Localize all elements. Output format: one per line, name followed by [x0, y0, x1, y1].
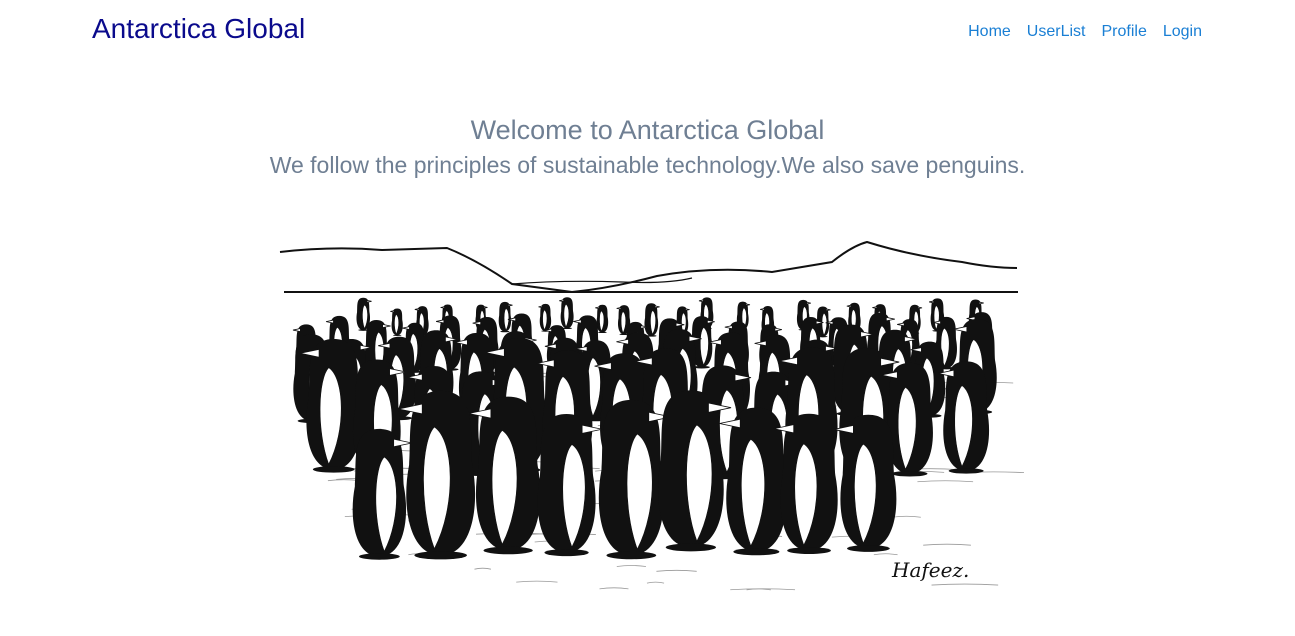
hero: Welcome to Antarctica Global We follow t…	[0, 112, 1295, 180]
mountain-line	[279, 240, 1018, 294]
hero-subtitle: We follow the principles of sustainable …	[269, 152, 1026, 178]
penguin-illustration: Hafeez.	[272, 232, 1024, 598]
nav-links: Home UserList Profile Login	[968, 22, 1202, 42]
penguin	[398, 390, 476, 560]
penguin	[938, 361, 990, 474]
hero-title: Welcome to Antarctica Global	[470, 115, 825, 145]
snow-stroke	[917, 480, 974, 483]
penguin	[559, 297, 574, 330]
mountain-line-back	[511, 277, 693, 285]
page: Antarctica Global Home UserList Profile …	[0, 0, 1295, 636]
nav-link-home[interactable]: Home	[968, 22, 1011, 42]
snow-stroke	[891, 515, 921, 518]
snow-stroke	[646, 581, 665, 584]
navbar: Antarctica Global Home UserList Profile …	[0, 0, 1295, 64]
snow-stroke	[474, 567, 492, 570]
penguin	[644, 303, 660, 337]
penguin	[537, 414, 603, 557]
penguin	[498, 301, 513, 333]
illustration-signature: Hafeez.	[891, 558, 969, 582]
snow-stroke	[746, 588, 771, 591]
snow-stroke	[656, 569, 697, 572]
nav-link-userlist[interactable]: UserList	[1027, 22, 1086, 42]
snow-stroke	[923, 543, 971, 546]
snow-stroke	[873, 553, 898, 556]
nav-link-profile[interactable]: Profile	[1101, 22, 1146, 42]
nav-link-login[interactable]: Login	[1163, 22, 1202, 42]
penguin-group	[292, 297, 997, 560]
penguin	[390, 308, 403, 336]
brand-link[interactable]: Antarctica Global	[92, 12, 305, 46]
snow-stroke	[599, 587, 629, 590]
penguin	[352, 428, 413, 560]
penguin-drawing: Hafeez.	[279, 240, 1024, 591]
snow-stroke	[931, 583, 999, 586]
snow-stroke	[616, 565, 647, 567]
snow-stroke	[327, 479, 360, 482]
penguin	[538, 303, 552, 332]
snow-stroke	[516, 580, 558, 583]
